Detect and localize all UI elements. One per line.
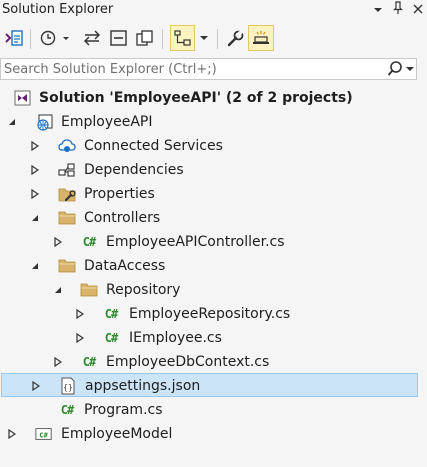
visual-studio-solution-icon [14,89,32,107]
dropdown-icon[interactable] [373,3,383,17]
switch-views-icon [5,30,23,46]
csharp-file-icon: C# [104,331,118,345]
search-options[interactable] [387,60,414,78]
tree-item-program-cs[interactable]: C# Program.cs [0,398,427,422]
panel-title: Solution Explorer [2,2,114,17]
cloud-icon [58,137,76,155]
hierarchy-icon [173,30,191,46]
collapsed-arrow-icon[interactable] [30,379,42,393]
pin-icon[interactable] [393,1,403,18]
csharp-project-icon: C# [35,425,53,443]
pending-changes-filter-button[interactable] [38,25,72,51]
item-label: EmployeeDbContext.cs [106,354,270,370]
search-input[interactable] [1,60,386,78]
item-label: Connected Services [84,138,223,154]
item-label: Properties [84,186,155,202]
expanded-arrow-icon[interactable] [29,259,41,273]
collapsed-arrow-icon[interactable] [29,139,41,153]
tree-item-controllers-folder[interactable]: Controllers [0,206,427,230]
tree-item-project-employeemodel[interactable]: C# EmployeeModel [0,422,427,446]
tree-item-solution[interactable]: Solution 'EmployeeAPI' (2 of 2 projects) [0,86,427,110]
tree-item-dependencies[interactable]: Dependencies [0,158,427,182]
tree-item-employeerepository-cs[interactable]: C# EmployeeRepository.cs [0,302,427,326]
window-controls [373,0,423,19]
chevron-down-icon [200,36,208,40]
folder-icon [58,257,76,275]
csharp-file-icon: C# [82,355,96,369]
tree-item-repository-folder[interactable]: Repository [0,278,427,302]
tree-item-employeeapicontroller-cs[interactable]: C# EmployeeAPIController.cs [0,230,427,254]
csharp-file-icon: C# [60,403,74,417]
close-icon[interactable] [413,3,423,17]
csharp-file-icon: C# [82,235,96,249]
preview-selected-items-button[interactable] [248,25,274,51]
item-label: EmployeeRepository.cs [129,306,291,322]
item-label: DataAccess [84,258,166,274]
collapsed-arrow-icon[interactable] [29,187,41,201]
clock-history-icon [40,30,69,46]
toolbar-separator [217,29,218,49]
preview-icon [253,31,269,44]
show-all-files-icon [136,30,153,46]
class-view-toggle-button[interactable] [170,25,195,51]
item-label: Dependencies [84,162,184,178]
dependencies-icon [58,161,76,179]
properties-folder-icon [58,185,76,203]
tree-item-employeedbcontext-cs[interactable]: C# EmployeeDbContext.cs [0,350,427,374]
tree-item-appsettings-json[interactable]: {} appsettings.json [1,373,418,397]
item-label: appsettings.json [85,378,201,394]
web-project-icon [36,113,54,131]
chevron-down-icon [406,67,414,71]
tree-item-properties[interactable]: Properties [0,182,427,206]
title-bar: Solution Explorer [0,0,427,19]
properties-button[interactable] [224,25,246,51]
expanded-arrow-icon[interactable] [52,283,64,297]
collapsed-arrow-icon[interactable] [74,307,86,321]
switch-views-button[interactable] [3,25,25,51]
item-label: Repository [106,282,181,298]
folder-icon [58,209,76,227]
class-view-dropdown-button[interactable] [197,25,211,51]
search-box [0,58,417,80]
item-label: Program.cs [84,402,163,418]
item-label: Controllers [84,210,161,226]
collapsed-arrow-icon[interactable] [52,235,64,249]
search-icon [387,61,402,76]
project-label: EmployeeAPI [61,114,153,130]
collapsed-arrow-icon[interactable] [74,331,86,345]
wrench-icon [227,30,244,47]
item-label: EmployeeAPIController.cs [106,234,285,250]
show-all-files-button[interactable] [134,25,156,51]
collapsed-arrow-icon[interactable] [6,427,18,441]
json-file-icon: {} [59,377,77,395]
collapse-all-button[interactable] [108,25,130,51]
tree-item-connected-services[interactable]: Connected Services [0,134,427,158]
project-label: EmployeeModel [61,426,173,442]
tree-item-iemployee-cs[interactable]: C# IEmployee.cs [0,326,427,350]
collapsed-arrow-icon[interactable] [52,355,64,369]
svg-text:{}: {} [63,383,73,392]
tree-item-dataaccess-folder[interactable]: DataAccess [0,254,427,278]
svg-text:C#: C# [39,431,48,440]
toolbar-separator [30,29,31,49]
expanded-arrow-icon[interactable] [29,211,41,225]
sync-with-active-document-button[interactable] [81,25,103,51]
item-label: IEmployee.cs [129,330,222,346]
csharp-file-icon: C# [104,307,118,321]
expanded-arrow-icon[interactable] [6,115,18,129]
collapse-all-icon [110,30,127,46]
solution-label: Solution 'EmployeeAPI' (2 of 2 projects) [39,90,353,106]
collapsed-arrow-icon[interactable] [29,163,41,177]
tree-item-project-employeeapi[interactable]: EmployeeAPI [0,110,427,134]
toolbar-separator [162,29,163,49]
sync-arrows-icon [84,30,100,46]
folder-icon [80,281,98,299]
solution-explorer-panel: Solution Explorer Search Solution Explor… [0,0,427,467]
